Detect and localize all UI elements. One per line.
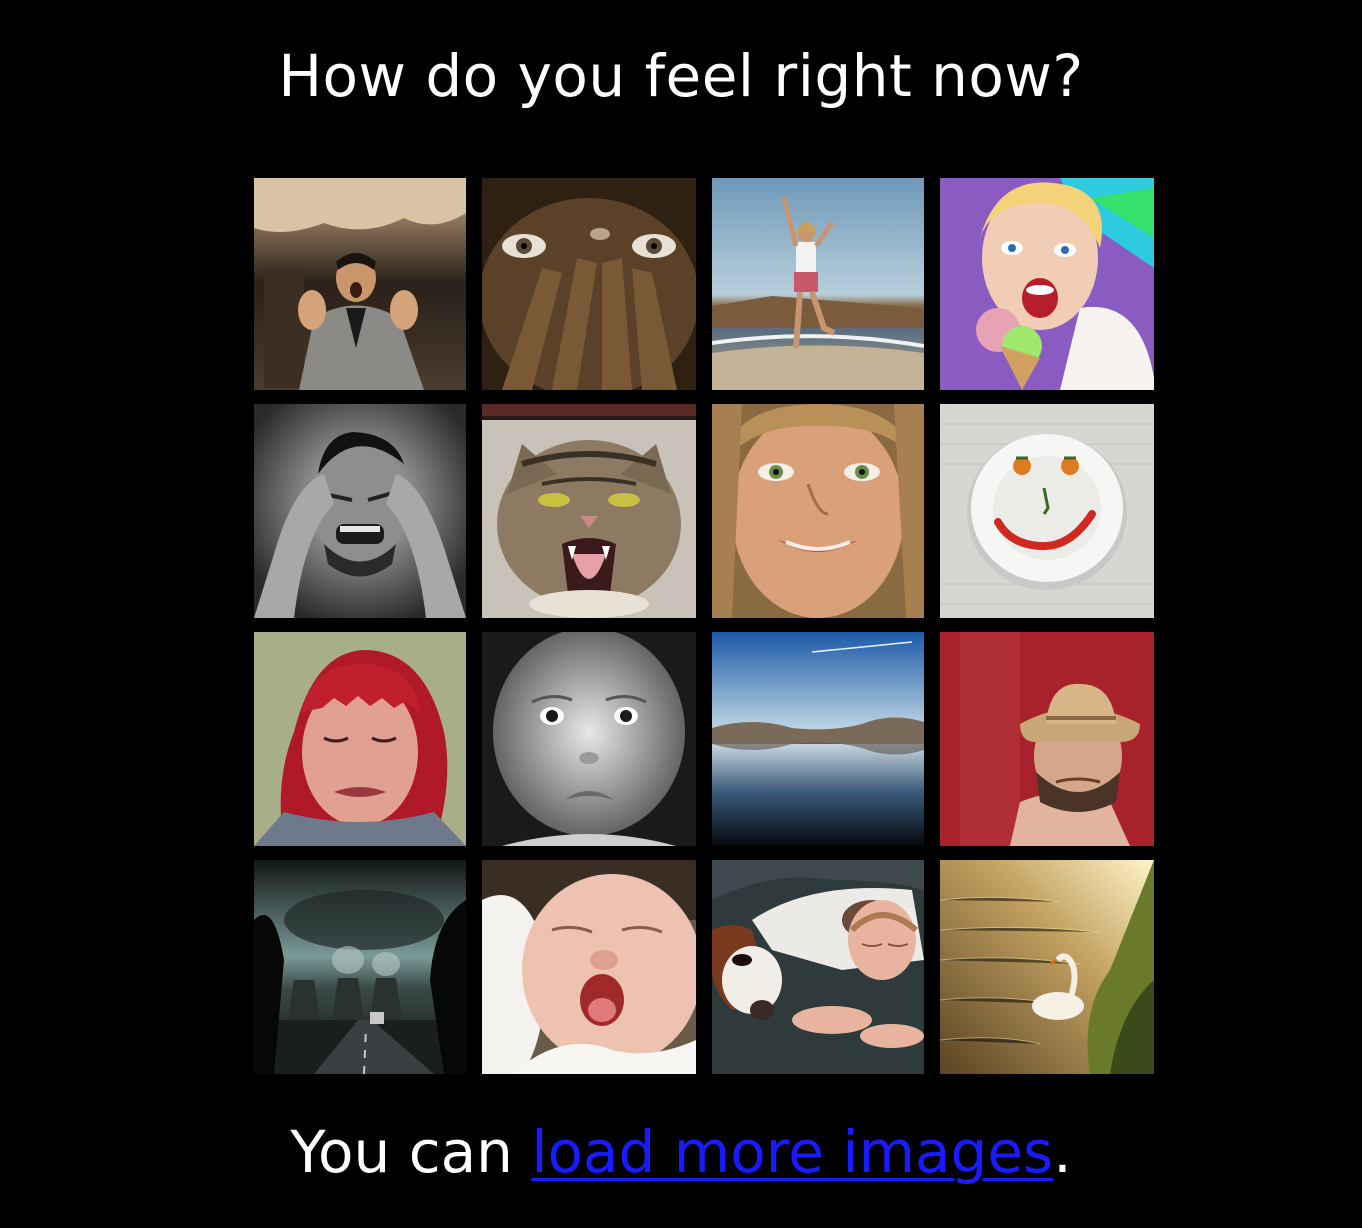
emotion-image-tile[interactable] [712,404,924,618]
emotion-image-tile[interactable] [482,404,696,618]
footer-prefix: You can [290,1118,532,1186]
emotion-image-tile[interactable] [940,404,1154,618]
baby-sleeping-dog-image [712,860,924,1074]
crying-woman-red-hair-image [254,632,466,846]
scared-man-cave-image [254,178,466,390]
emotion-image-tile[interactable] [254,632,466,846]
swan-golden-water-image [940,860,1154,1074]
man-cowboy-hat-image [940,632,1154,846]
emotion-image-tile[interactable] [254,860,466,1074]
footer-suffix: . [1053,1118,1072,1186]
emotion-image-tile[interactable] [482,178,696,390]
emotion-image-tile[interactable] [254,178,466,390]
girl-jumping-beach-image [712,178,924,390]
crying-baby-image [482,632,696,846]
emotion-image-tile[interactable] [940,178,1154,390]
smiling-girl-image [712,404,924,618]
footer-text: You can load more images. [0,1116,1362,1188]
covered-face-eyes-image [482,178,696,390]
emotion-image-grid [254,178,1154,1076]
emotion-image-tile[interactable] [712,178,924,390]
page-title: How do you feel right now? [278,42,1084,110]
smiley-plate-image [940,404,1154,618]
calm-lake-image [712,632,924,846]
emotion-image-tile[interactable] [254,404,466,618]
emotion-image-tile[interactable] [482,632,696,846]
emotion-image-tile[interactable] [482,860,696,1074]
power-plant-road-image [254,860,466,1074]
emotion-image-tile[interactable] [940,632,1154,846]
yawning-baby-image [482,860,696,1074]
load-more-images-link[interactable]: load more images [531,1118,1053,1186]
emotion-image-tile[interactable] [712,860,924,1074]
woman-ice-cream-image [940,178,1154,390]
emotion-image-tile[interactable] [712,632,924,846]
emotion-image-tile[interactable] [940,860,1154,1074]
stressed-man-image [254,404,466,618]
angry-cat-image [482,404,696,618]
